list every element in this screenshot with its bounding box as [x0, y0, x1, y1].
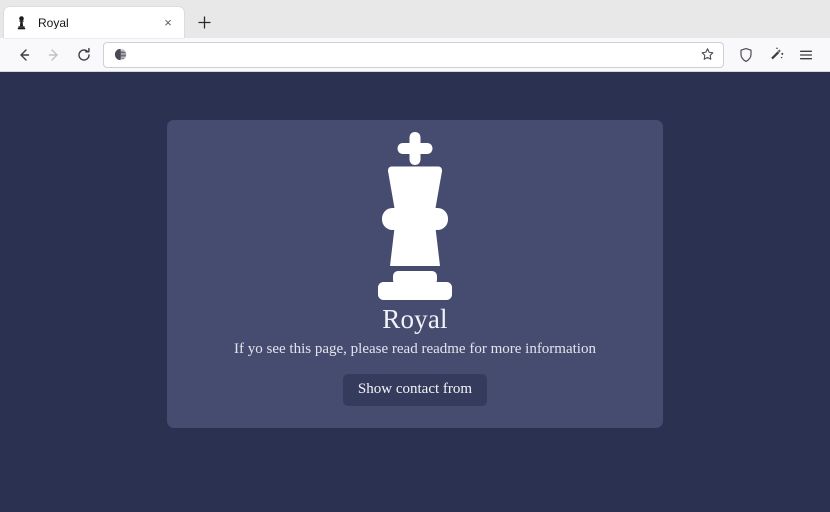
page-subtitle: If yo see this page, please read readme …: [234, 341, 596, 358]
page-viewport: Royal If yo see this page, please read r…: [0, 72, 830, 512]
bookmark-star-icon[interactable]: [696, 44, 718, 66]
show-contact-form-button[interactable]: Show contact from: [342, 374, 488, 406]
chess-pawn-icon: [13, 15, 29, 31]
app-menu-button[interactable]: [791, 41, 821, 69]
chess-king-icon: [378, 132, 452, 300]
new-tab-button[interactable]: [190, 8, 218, 36]
reload-icon: [78, 47, 90, 61]
back-button[interactable]: [9, 41, 39, 69]
url-input[interactable]: [128, 42, 696, 67]
navigation-toolbar: [0, 38, 830, 72]
page-title: Royal: [382, 304, 448, 334]
permissions-circle-icon[interactable]: [112, 47, 128, 63]
browser-window: Royal × Royal If yo see this page, pleas…: [0, 0, 830, 512]
tab-strip: Royal ×: [0, 0, 830, 38]
extension-button[interactable]: [761, 41, 791, 69]
tracking-protection-button[interactable]: [731, 41, 761, 69]
hamburger-menu-icon: [799, 50, 813, 59]
tab-title: Royal: [38, 16, 69, 29]
close-icon[interactable]: ×: [159, 14, 177, 32]
plus-icon: [197, 15, 211, 29]
tab-royal[interactable]: Royal ×: [4, 7, 184, 38]
royal-card: Royal If yo see this page, please read r…: [167, 120, 663, 428]
url-bar[interactable]: [103, 41, 724, 68]
magic-wand-icon: [770, 47, 783, 60]
shield-icon: [740, 47, 752, 62]
back-arrow-icon: [20, 48, 30, 61]
forward-arrow-icon: [48, 48, 58, 61]
forward-button[interactable]: [39, 41, 69, 69]
reload-button[interactable]: [69, 41, 99, 69]
